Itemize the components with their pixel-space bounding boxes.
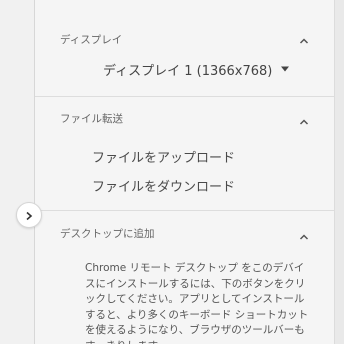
file-transfer-section-title: ファイル転送 — [60, 113, 123, 125]
display-section-title: ディスプレイ — [60, 34, 123, 46]
right-scroll-track[interactable] — [334, 0, 344, 344]
add-to-desktop-section-title: デスクトップに追加 — [60, 228, 155, 240]
section-divider — [35, 210, 335, 211]
chevron-up-icon[interactable] — [298, 228, 310, 240]
add-to-desktop-description: Chrome リモート デスクトップ をこのデバイスにインストールするには、下の… — [85, 262, 309, 344]
left-margin — [0, 0, 34, 344]
side-panel: ディスプレイ ディスプレイ 1 (1366x768) ファイル転送 ファイルをア… — [34, 0, 335, 344]
display-select[interactable]: ディスプレイ 1 (1366x768) — [103, 59, 290, 79]
download-file-item[interactable]: ファイルをダウンロード — [92, 176, 235, 195]
chevron-right-icon — [24, 206, 34, 225]
upload-file-item[interactable]: ファイルをアップロード — [92, 147, 235, 166]
caret-down-icon — [280, 62, 290, 77]
panel-toggle-button[interactable] — [16, 202, 42, 228]
display-select-value: ディスプレイ 1 (1366x768) — [103, 63, 273, 79]
section-divider — [35, 96, 335, 97]
chevron-up-icon[interactable] — [298, 113, 310, 125]
chevron-up-icon[interactable] — [298, 32, 310, 44]
